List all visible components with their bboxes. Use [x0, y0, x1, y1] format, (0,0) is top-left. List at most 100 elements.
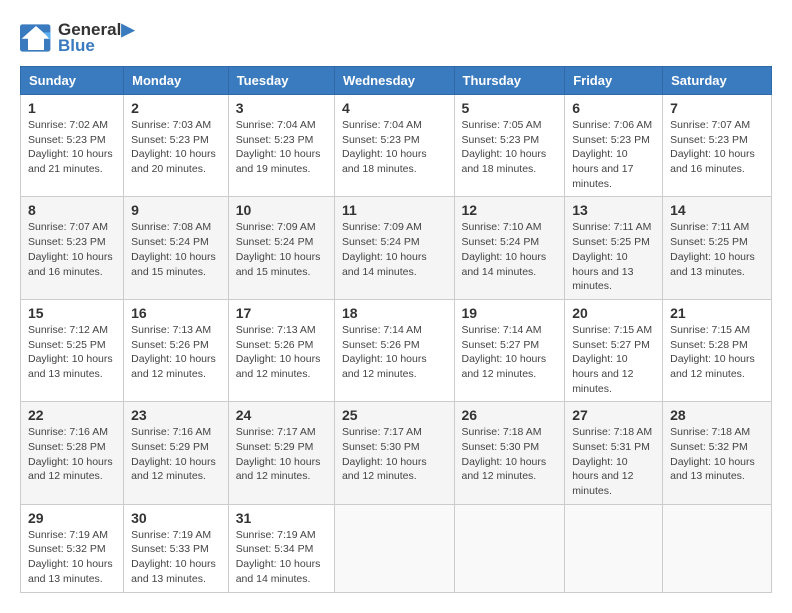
day-number: 16 — [131, 305, 221, 321]
day-info: Sunrise: 7:14 AM Sunset: 5:27 PM Dayligh… — [462, 323, 558, 382]
day-info: Sunrise: 7:18 AM Sunset: 5:32 PM Dayligh… — [670, 425, 764, 484]
calendar-cell: 25 Sunrise: 7:17 AM Sunset: 5:30 PM Dayl… — [334, 402, 454, 504]
header-wednesday: Wednesday — [334, 67, 454, 95]
day-info: Sunrise: 7:17 AM Sunset: 5:29 PM Dayligh… — [236, 425, 327, 484]
header-saturday: Saturday — [663, 67, 772, 95]
calendar-cell: 11 Sunrise: 7:09 AM Sunset: 5:24 PM Dayl… — [334, 197, 454, 299]
day-info: Sunrise: 7:07 AM Sunset: 5:23 PM Dayligh… — [28, 220, 116, 279]
day-info: Sunrise: 7:19 AM Sunset: 5:33 PM Dayligh… — [131, 528, 221, 587]
day-number: 2 — [131, 100, 221, 116]
day-info: Sunrise: 7:03 AM Sunset: 5:23 PM Dayligh… — [131, 118, 221, 177]
day-info: Sunrise: 7:16 AM Sunset: 5:28 PM Dayligh… — [28, 425, 116, 484]
day-info: Sunrise: 7:12 AM Sunset: 5:25 PM Dayligh… — [28, 323, 116, 382]
day-number: 22 — [28, 407, 116, 423]
calendar-cell: 5 Sunrise: 7:05 AM Sunset: 5:23 PM Dayli… — [454, 95, 565, 197]
week-row-2: 8 Sunrise: 7:07 AM Sunset: 5:23 PM Dayli… — [21, 197, 772, 299]
calendar-cell: 7 Sunrise: 7:07 AM Sunset: 5:23 PM Dayli… — [663, 95, 772, 197]
day-number: 19 — [462, 305, 558, 321]
day-number: 29 — [28, 510, 116, 526]
header-tuesday: Tuesday — [228, 67, 334, 95]
header-monday: Monday — [124, 67, 229, 95]
calendar-cell: 10 Sunrise: 7:09 AM Sunset: 5:24 PM Dayl… — [228, 197, 334, 299]
day-number: 8 — [28, 202, 116, 218]
week-row-1: 1 Sunrise: 7:02 AM Sunset: 5:23 PM Dayli… — [21, 95, 772, 197]
day-number: 4 — [342, 100, 447, 116]
calendar-cell: 23 Sunrise: 7:16 AM Sunset: 5:29 PM Dayl… — [124, 402, 229, 504]
day-number: 1 — [28, 100, 116, 116]
day-number: 17 — [236, 305, 327, 321]
day-info: Sunrise: 7:02 AM Sunset: 5:23 PM Dayligh… — [28, 118, 116, 177]
logo-text: General▶ Blue — [58, 20, 134, 56]
day-info: Sunrise: 7:17 AM Sunset: 5:30 PM Dayligh… — [342, 425, 447, 484]
calendar-cell: 12 Sunrise: 7:10 AM Sunset: 5:24 PM Dayl… — [454, 197, 565, 299]
day-info: Sunrise: 7:11 AM Sunset: 5:25 PM Dayligh… — [670, 220, 764, 279]
day-info: Sunrise: 7:18 AM Sunset: 5:31 PM Dayligh… — [572, 425, 655, 498]
logo: General▶ Blue — [20, 20, 134, 56]
page-header: General▶ Blue — [20, 20, 772, 56]
calendar-cell: 21 Sunrise: 7:15 AM Sunset: 5:28 PM Dayl… — [663, 299, 772, 401]
calendar-cell: 24 Sunrise: 7:17 AM Sunset: 5:29 PM Dayl… — [228, 402, 334, 504]
calendar-cell: 15 Sunrise: 7:12 AM Sunset: 5:25 PM Dayl… — [21, 299, 124, 401]
calendar-cell: 28 Sunrise: 7:18 AM Sunset: 5:32 PM Dayl… — [663, 402, 772, 504]
logo-icon — [20, 24, 52, 52]
day-info: Sunrise: 7:10 AM Sunset: 5:24 PM Dayligh… — [462, 220, 558, 279]
day-info: Sunrise: 7:09 AM Sunset: 5:24 PM Dayligh… — [236, 220, 327, 279]
day-number: 21 — [670, 305, 764, 321]
calendar-cell: 29 Sunrise: 7:19 AM Sunset: 5:32 PM Dayl… — [21, 504, 124, 592]
day-info: Sunrise: 7:14 AM Sunset: 5:26 PM Dayligh… — [342, 323, 447, 382]
calendar-cell: 30 Sunrise: 7:19 AM Sunset: 5:33 PM Dayl… — [124, 504, 229, 592]
day-info: Sunrise: 7:18 AM Sunset: 5:30 PM Dayligh… — [462, 425, 558, 484]
calendar-cell: 8 Sunrise: 7:07 AM Sunset: 5:23 PM Dayli… — [21, 197, 124, 299]
day-info: Sunrise: 7:19 AM Sunset: 5:34 PM Dayligh… — [236, 528, 327, 587]
day-info: Sunrise: 7:05 AM Sunset: 5:23 PM Dayligh… — [462, 118, 558, 177]
day-info: Sunrise: 7:07 AM Sunset: 5:23 PM Dayligh… — [670, 118, 764, 177]
day-number: 9 — [131, 202, 221, 218]
day-number: 11 — [342, 202, 447, 218]
day-info: Sunrise: 7:08 AM Sunset: 5:24 PM Dayligh… — [131, 220, 221, 279]
day-number: 15 — [28, 305, 116, 321]
day-number: 28 — [670, 407, 764, 423]
calendar-cell: 27 Sunrise: 7:18 AM Sunset: 5:31 PM Dayl… — [565, 402, 663, 504]
day-info: Sunrise: 7:13 AM Sunset: 5:26 PM Dayligh… — [131, 323, 221, 382]
calendar-cell: 9 Sunrise: 7:08 AM Sunset: 5:24 PM Dayli… — [124, 197, 229, 299]
day-number: 20 — [572, 305, 655, 321]
calendar-cell: 3 Sunrise: 7:04 AM Sunset: 5:23 PM Dayli… — [228, 95, 334, 197]
day-info: Sunrise: 7:09 AM Sunset: 5:24 PM Dayligh… — [342, 220, 447, 279]
day-number: 30 — [131, 510, 221, 526]
day-number: 27 — [572, 407, 655, 423]
day-number: 31 — [236, 510, 327, 526]
calendar-cell: 6 Sunrise: 7:06 AM Sunset: 5:23 PM Dayli… — [565, 95, 663, 197]
calendar-cell: 17 Sunrise: 7:13 AM Sunset: 5:26 PM Dayl… — [228, 299, 334, 401]
day-info: Sunrise: 7:04 AM Sunset: 5:23 PM Dayligh… — [236, 118, 327, 177]
calendar-cell: 2 Sunrise: 7:03 AM Sunset: 5:23 PM Dayli… — [124, 95, 229, 197]
calendar-cell — [454, 504, 565, 592]
header-thursday: Thursday — [454, 67, 565, 95]
calendar-cell — [565, 504, 663, 592]
calendar-cell: 18 Sunrise: 7:14 AM Sunset: 5:26 PM Dayl… — [334, 299, 454, 401]
header-friday: Friday — [565, 67, 663, 95]
day-info: Sunrise: 7:19 AM Sunset: 5:32 PM Dayligh… — [28, 528, 116, 587]
calendar-cell: 1 Sunrise: 7:02 AM Sunset: 5:23 PM Dayli… — [21, 95, 124, 197]
day-number: 12 — [462, 202, 558, 218]
calendar-cell: 22 Sunrise: 7:16 AM Sunset: 5:28 PM Dayl… — [21, 402, 124, 504]
day-info: Sunrise: 7:16 AM Sunset: 5:29 PM Dayligh… — [131, 425, 221, 484]
day-info: Sunrise: 7:15 AM Sunset: 5:27 PM Dayligh… — [572, 323, 655, 396]
calendar-header-row: SundayMondayTuesdayWednesdayThursdayFrid… — [21, 67, 772, 95]
calendar-table: SundayMondayTuesdayWednesdayThursdayFrid… — [20, 66, 772, 593]
day-info: Sunrise: 7:06 AM Sunset: 5:23 PM Dayligh… — [572, 118, 655, 191]
week-row-3: 15 Sunrise: 7:12 AM Sunset: 5:25 PM Dayl… — [21, 299, 772, 401]
calendar-cell: 19 Sunrise: 7:14 AM Sunset: 5:27 PM Dayl… — [454, 299, 565, 401]
day-number: 18 — [342, 305, 447, 321]
header-sunday: Sunday — [21, 67, 124, 95]
day-info: Sunrise: 7:11 AM Sunset: 5:25 PM Dayligh… — [572, 220, 655, 293]
day-number: 10 — [236, 202, 327, 218]
calendar-cell: 26 Sunrise: 7:18 AM Sunset: 5:30 PM Dayl… — [454, 402, 565, 504]
calendar-cell — [663, 504, 772, 592]
week-row-4: 22 Sunrise: 7:16 AM Sunset: 5:28 PM Dayl… — [21, 402, 772, 504]
day-number: 3 — [236, 100, 327, 116]
week-row-5: 29 Sunrise: 7:19 AM Sunset: 5:32 PM Dayl… — [21, 504, 772, 592]
calendar-cell: 13 Sunrise: 7:11 AM Sunset: 5:25 PM Dayl… — [565, 197, 663, 299]
day-number: 7 — [670, 100, 764, 116]
day-number: 24 — [236, 407, 327, 423]
day-number: 25 — [342, 407, 447, 423]
